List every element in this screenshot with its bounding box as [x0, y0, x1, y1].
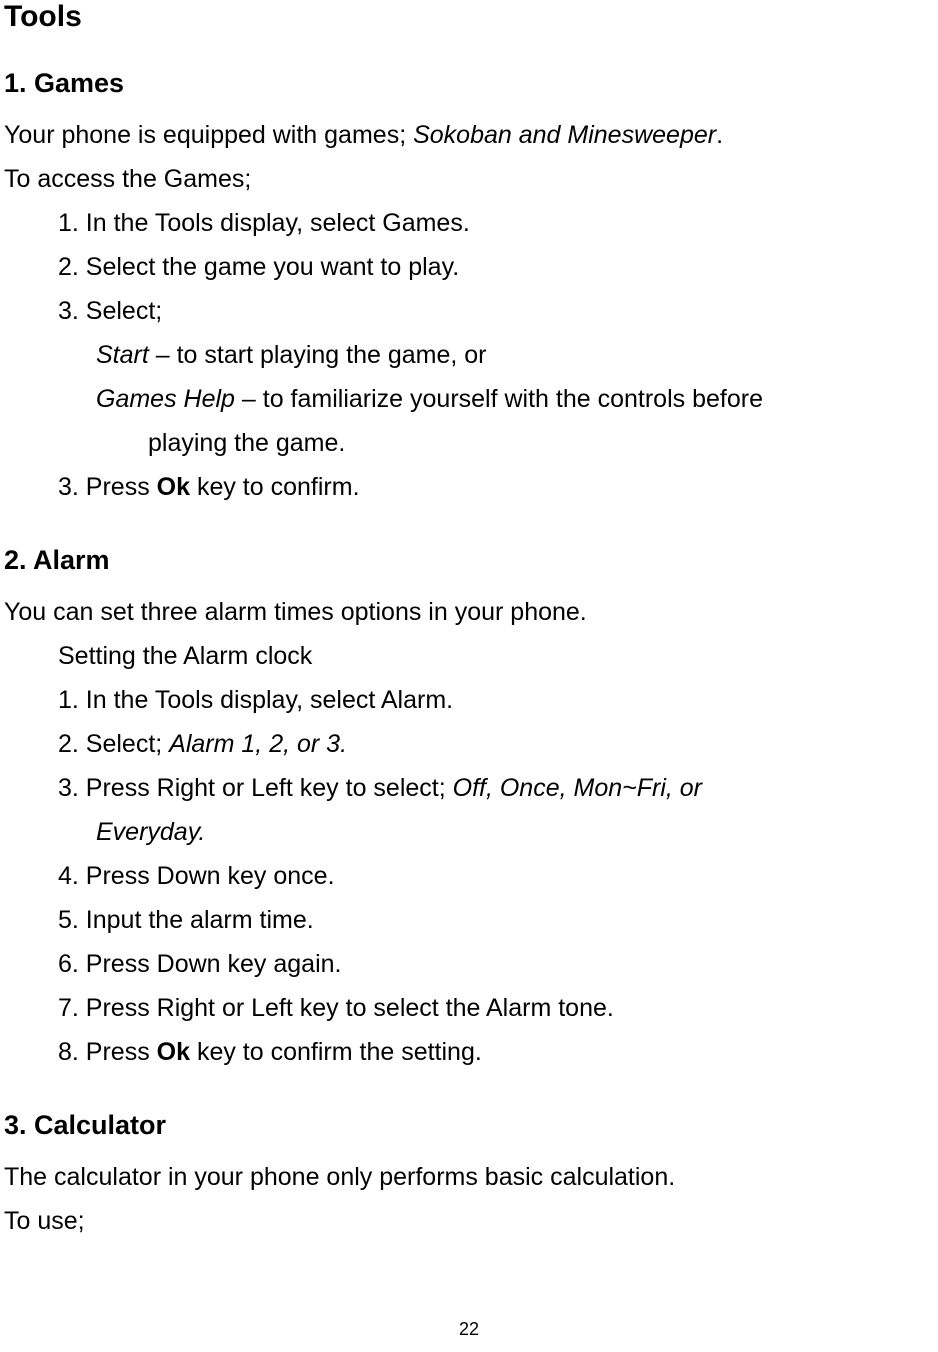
games-sub-help-label: Games Help [96, 385, 235, 413]
alarm-subhead: Setting the Alarm clock [0, 636, 938, 676]
games-step-1: 1. In the Tools display, select Games. [0, 203, 938, 243]
alarm-intro: You can set three alarm times options in… [0, 592, 938, 632]
games-step-2: 2. Select the game you want to play. [0, 247, 938, 287]
alarm-step-3-b: Off, Once, Mon~Fri, or [453, 774, 702, 802]
section-heading-alarm: 2. Alarm [0, 545, 938, 576]
alarm-step-3-a: 3. Press Right or Left key to select; [58, 774, 453, 802]
page-number: 22 [0, 1319, 938, 1340]
games-sub-help-text: – to familiarize yourself with the contr… [235, 385, 763, 413]
games-step-4-ok: Ok [157, 473, 190, 501]
games-step-3: 3. Select; [0, 291, 938, 331]
games-sub-start-text: – to start playing the game, or [149, 341, 487, 369]
page-title: Tools [0, 0, 938, 34]
games-step-4: 3. Press Ok key to confirm. [0, 467, 938, 507]
games-sub-start: Start – to start playing the game, or [0, 335, 938, 375]
alarm-step-8-a: 8. Press [58, 1038, 157, 1066]
alarm-step-8-ok: Ok [157, 1038, 190, 1066]
alarm-step-5: 5. Input the alarm time. [0, 900, 938, 940]
games-intro-line-1: Your phone is equipped with games; Sokob… [0, 115, 938, 155]
calculator-intro-2: To use; [0, 1201, 938, 1241]
games-step-4-a: 3. Press [58, 473, 157, 501]
alarm-step-4: 4. Press Down key once. [0, 856, 938, 896]
alarm-step-2-a: 2. Select; [58, 730, 169, 758]
alarm-step-3: 3. Press Right or Left key to select; Of… [0, 768, 938, 808]
alarm-step-2-b: Alarm 1, 2, or 3. [169, 730, 347, 758]
games-intro-text: Your phone is equipped with games; [4, 121, 413, 149]
games-intro-period: . [716, 121, 723, 149]
games-sub-start-label: Start [96, 341, 149, 369]
alarm-step-6: 6. Press Down key again. [0, 944, 938, 984]
section-heading-calculator: 3. Calculator [0, 1110, 938, 1141]
alarm-step-8-c: key to confirm the setting. [190, 1038, 482, 1066]
games-step-4-c: key to confirm. [190, 473, 360, 501]
alarm-step-2: 2. Select; Alarm 1, 2, or 3. [0, 724, 938, 764]
calculator-intro-1: The calculator in your phone only perfor… [0, 1157, 938, 1197]
alarm-step-7: 7. Press Right or Left key to select the… [0, 988, 938, 1028]
section-heading-games: 1. Games [0, 68, 938, 99]
alarm-step-8: 8. Press Ok key to confirm the setting. [0, 1032, 938, 1072]
games-intro-line-2: To access the Games; [0, 159, 938, 199]
games-intro-italic: Sokoban and Minesweeper [413, 121, 716, 149]
games-sub-help-continue: playing the game. [0, 423, 938, 463]
alarm-step-3-continue: Everyday. [0, 812, 938, 852]
alarm-step-1: 1. In the Tools display, select Alarm. [0, 680, 938, 720]
games-sub-help: Games Help – to familiarize yourself wit… [0, 379, 938, 419]
